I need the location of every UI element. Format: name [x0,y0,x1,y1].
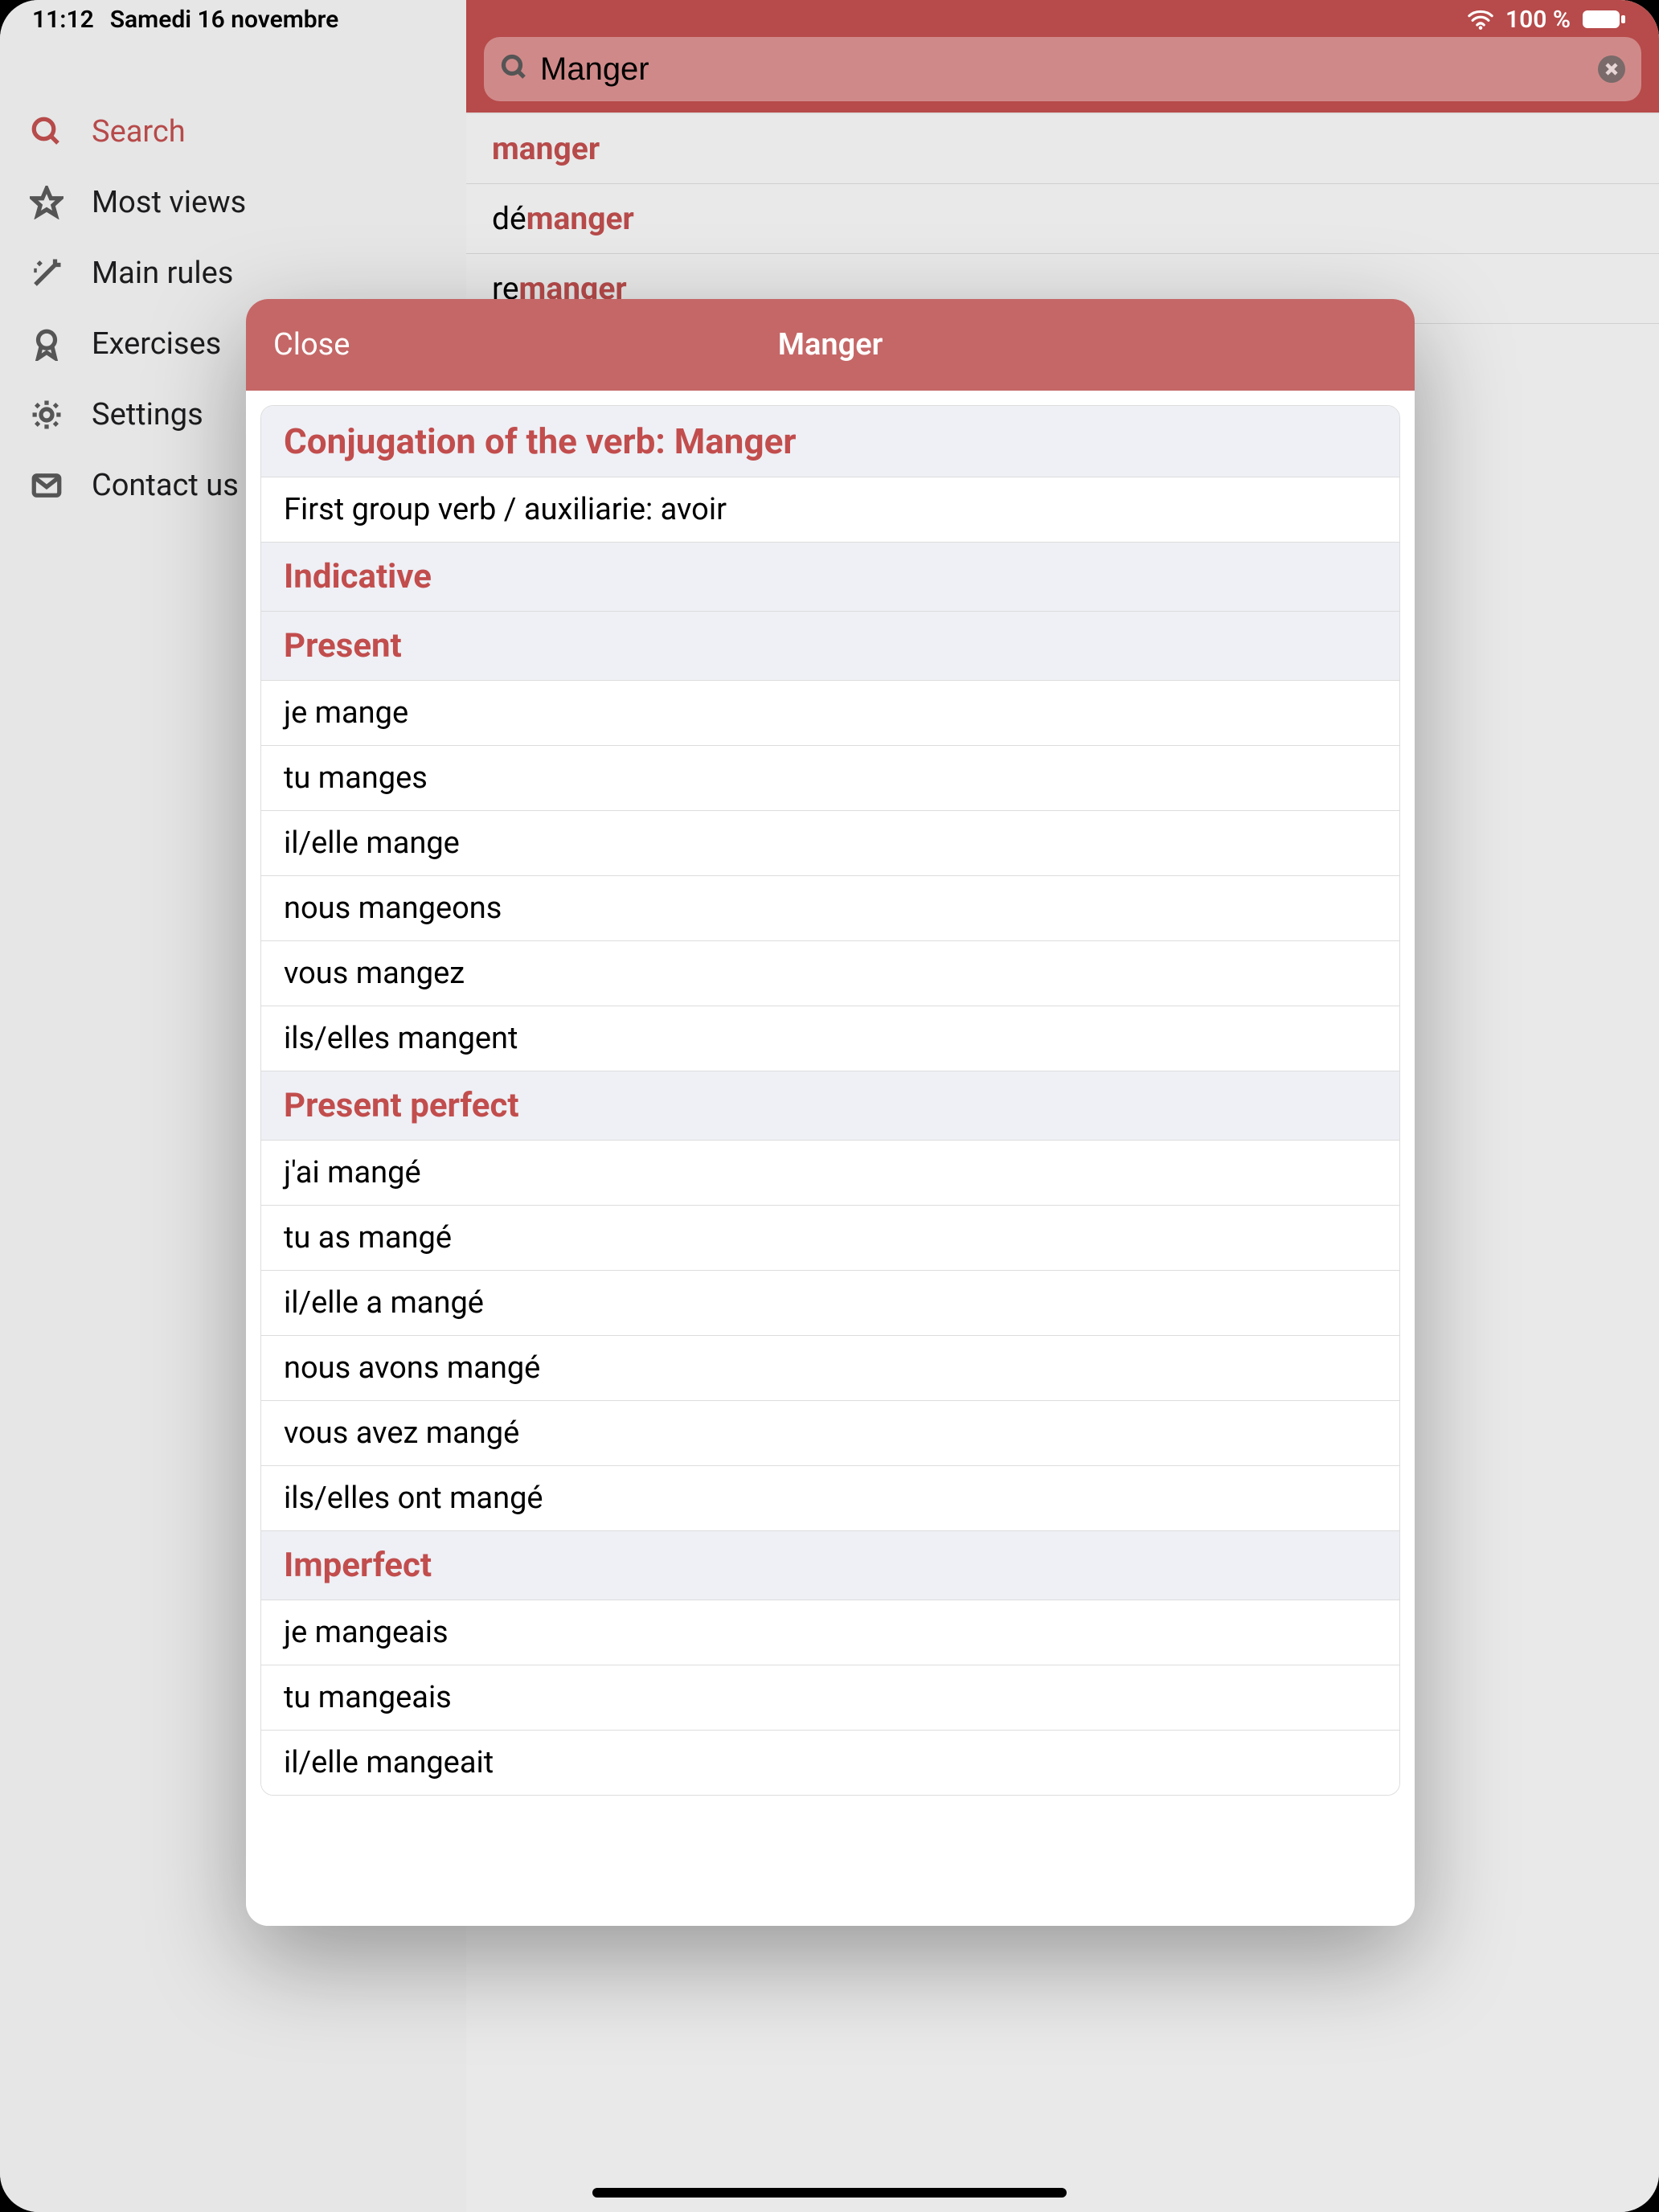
search-icon [27,113,66,151]
conjugation-row: vous mangez [261,941,1399,1006]
conjugation-row: il/elle a mangé [261,1271,1399,1336]
conjugation-card: Conjugation of the verb: Manger First gr… [260,405,1400,1796]
battery-icon [1582,9,1627,30]
conjugation-row: nous avons mangé [261,1336,1399,1401]
conjugation-row: je mangeais [261,1600,1399,1665]
search-field-wrap[interactable] [484,37,1641,101]
tense-header-present-perfect: Present perfect [261,1071,1399,1141]
tense-header-imperfect: Imperfect [261,1531,1399,1600]
search-icon [500,53,529,85]
search-input[interactable] [540,51,1587,88]
sidebar-item-label: Exercises [92,326,221,362]
clear-search-button[interactable] [1598,55,1625,83]
battery-percent: 100 % [1505,6,1571,34]
sidebar-item-most-views[interactable]: Most views [0,167,466,238]
conjugation-row: j'ai mangé [261,1141,1399,1206]
sidebar-item-label: Main rules [92,256,233,291]
conjugation-row: nous mangeons [261,876,1399,941]
conjugation-row: tu mangeais [261,1665,1399,1731]
sidebar-item-label: Settings [92,397,203,432]
sidebar-item-label: Most views [92,185,246,220]
conjugation-row: il/elle mangeait [261,1731,1399,1795]
sidebar-item-label: Search [92,114,186,150]
status-bar: 11:12 Samedi 16 novembre 100 % [0,0,1659,39]
search-result[interactable]: manger [466,114,1659,184]
status-date: Samedi 16 novembre [110,6,339,34]
result-match: manger [526,200,634,237]
close-button[interactable]: Close [273,327,350,363]
modal-header: Close Manger [246,299,1415,391]
home-indicator[interactable] [592,2188,1067,2198]
modal-backdrop: Close Manger Conjugation of the verb: Ma… [0,0,1659,2212]
conjugation-row: tu manges [261,746,1399,811]
conjugation-row: je mange [261,681,1399,746]
conjugation-row: vous avez mangé [261,1401,1399,1466]
status-time: 11:12 [32,6,94,34]
modal-body[interactable]: Conjugation of the verb: Manger First gr… [246,391,1415,1926]
result-prefix: dé [492,200,526,237]
conjugation-row: ils/elles mangent [261,1006,1399,1071]
sidebar-item-label: Contact us [92,468,239,503]
search-result[interactable]: démanger [466,184,1659,254]
badge-icon [27,325,66,363]
device-frame: 11:12 Samedi 16 novembre 100 % Search Mo… [0,0,1659,2212]
conjugation-modal: Close Manger Conjugation of the verb: Ma… [246,299,1415,1926]
conjugation-row: tu as mangé [261,1206,1399,1271]
result-match: manger [492,130,600,167]
search-results: manger démanger remanger [466,113,1659,324]
wand-icon [27,254,66,293]
conjugation-heading: Conjugation of the verb: Manger [261,406,1399,477]
conjugation-row: il/elle mange [261,811,1399,876]
mail-icon [27,466,66,505]
tense-header-present: Present [261,612,1399,681]
gear-icon [27,395,66,434]
modal-title: Manger [778,327,883,363]
mood-header-indicative: Indicative [261,543,1399,612]
star-icon [27,183,66,222]
wifi-icon [1467,9,1494,30]
sidebar-item-main-rules[interactable]: Main rules [0,238,466,309]
conjugation-row: ils/elles ont mangé [261,1466,1399,1531]
verb-group-info: First group verb / auxiliarie: avoir [261,477,1399,543]
sidebar-item-search[interactable]: Search [0,96,466,167]
